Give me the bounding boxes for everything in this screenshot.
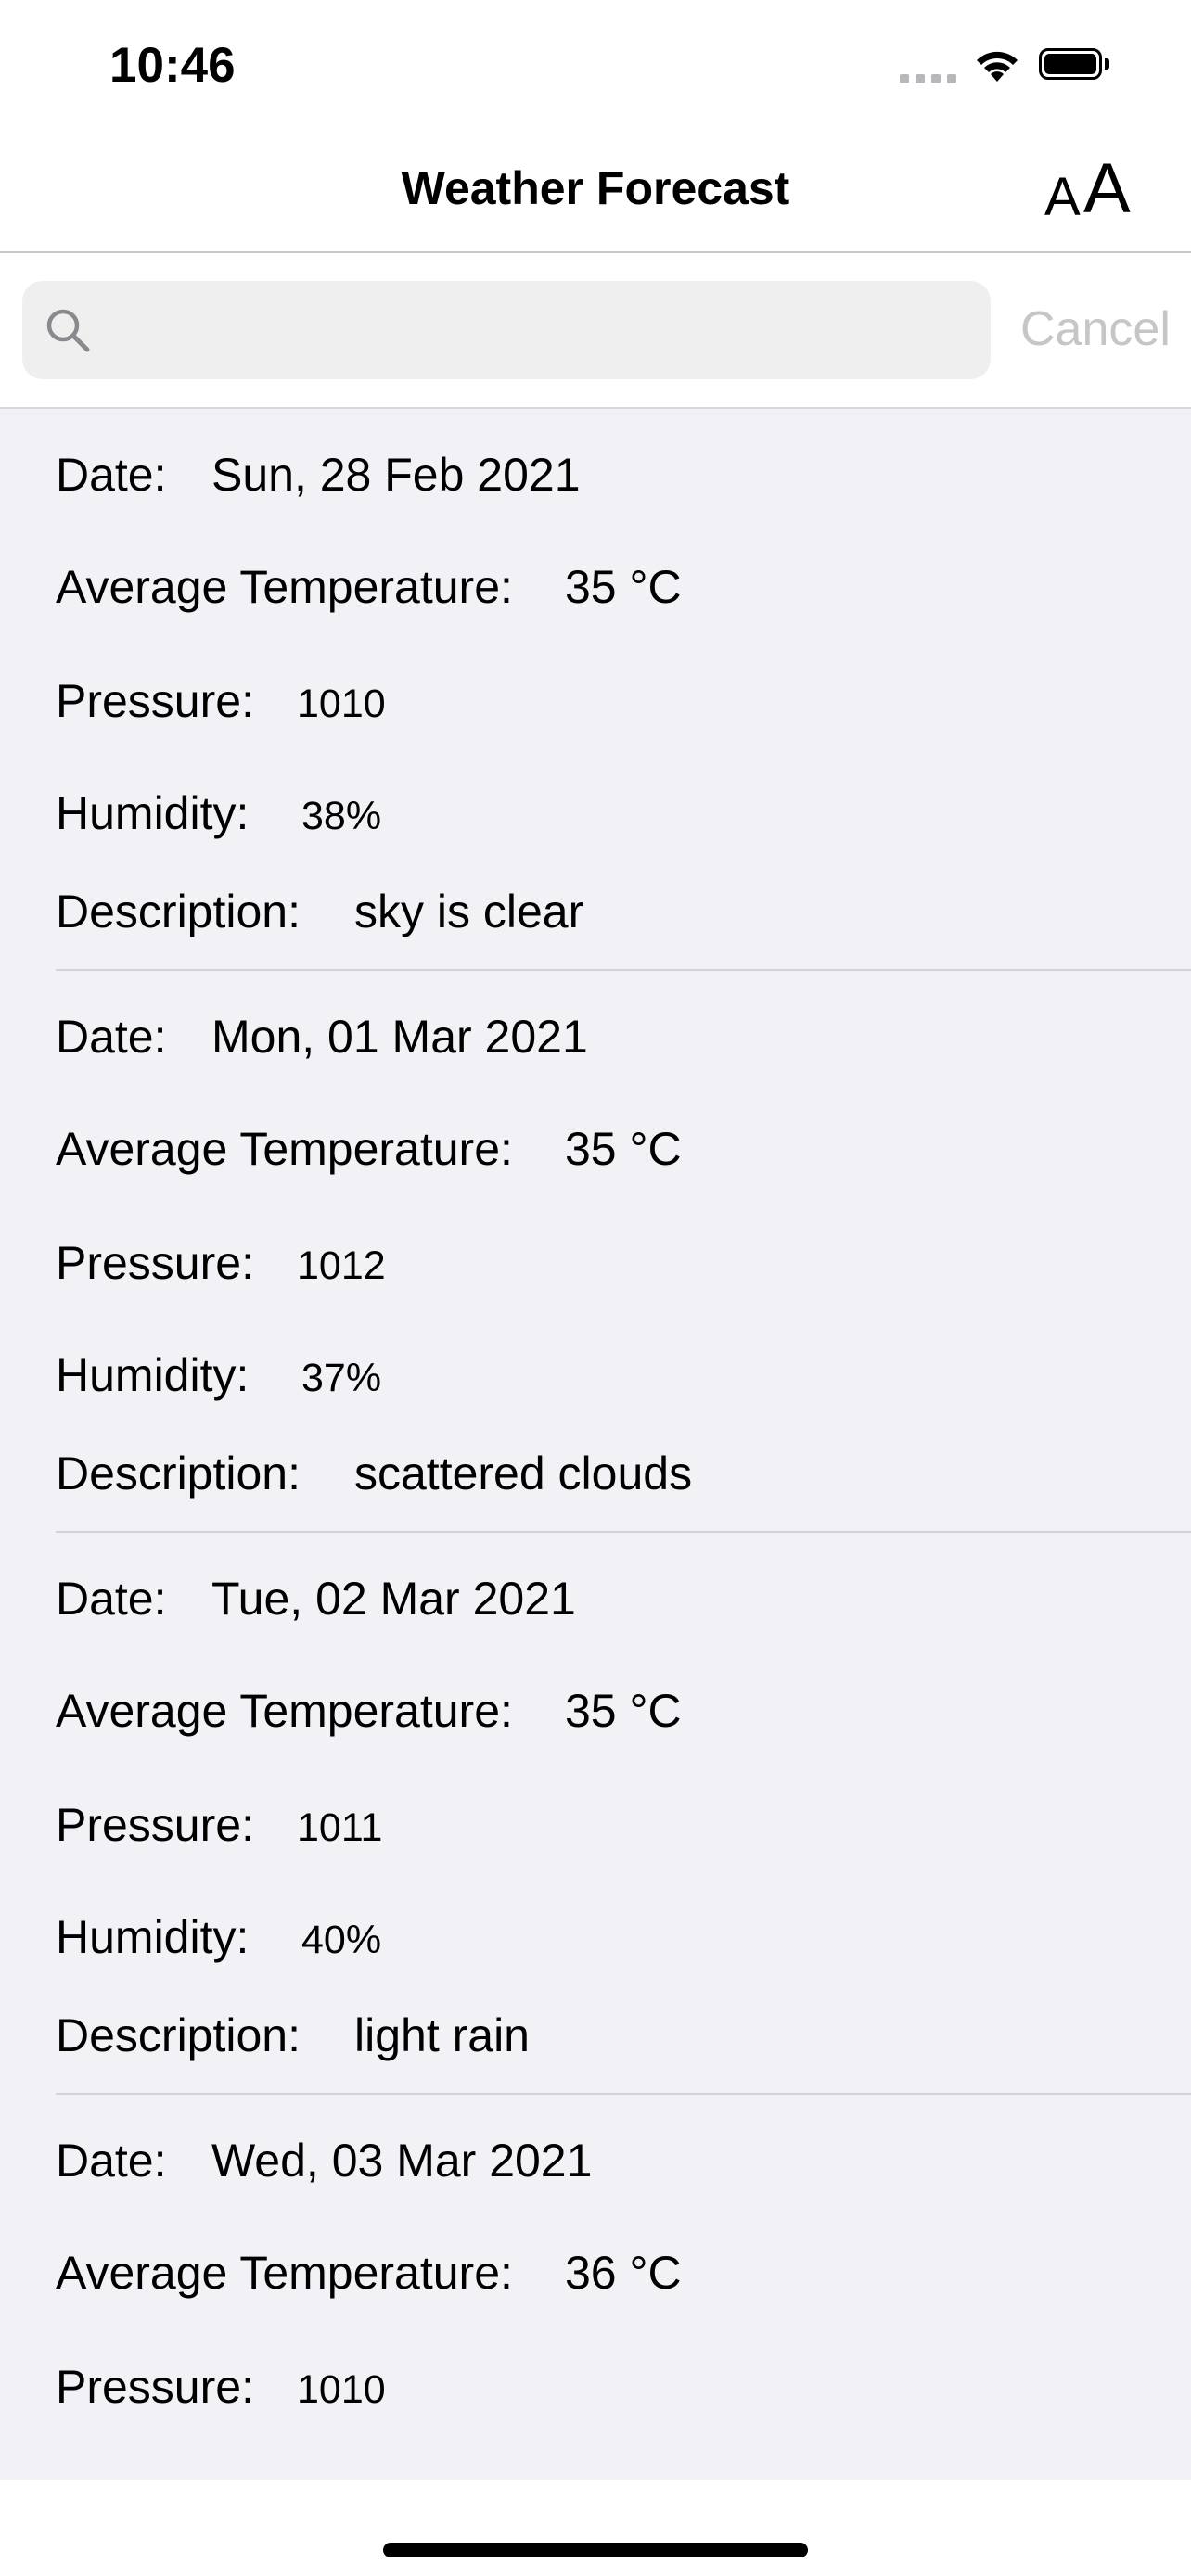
cellular-signal-icon xyxy=(900,74,957,83)
humidity-value: 40% xyxy=(301,1918,382,1962)
date-row: Date: Tue, 02 Mar 2021 xyxy=(56,1572,576,1626)
humidity-label: Humidity: xyxy=(56,1911,250,1963)
forecast-row[interactable]: Date: Wed, 03 Mar 2021 Average Temperatur… xyxy=(0,2095,1191,2480)
pressure-row: Pressure: 1010 xyxy=(56,2360,386,2414)
pressure-label: Pressure: xyxy=(56,675,254,727)
description-value: scattered clouds xyxy=(354,1447,693,1499)
pressure-value: 1012 xyxy=(297,1243,386,1288)
humidity-row: Humidity: 38% xyxy=(56,786,381,840)
home-indicator[interactable] xyxy=(383,2543,808,2557)
temperature-row: Average Temperature: 35 °C xyxy=(56,1684,682,1738)
search-icon xyxy=(46,309,90,352)
temperature-label: Average Temperature: xyxy=(56,2247,513,2299)
pressure-row: Pressure: 1012 xyxy=(56,1236,386,1290)
date-value: Wed, 03 Mar 2021 xyxy=(211,2135,593,2187)
status-bar: 10:46 xyxy=(0,0,1191,130)
humidity-label: Humidity: xyxy=(56,1349,250,1401)
font-size-large-a: A xyxy=(1083,149,1131,228)
description-label: Description: xyxy=(56,2009,301,2061)
temperature-label: Average Temperature: xyxy=(56,1685,513,1737)
temperature-value: 36 °C xyxy=(565,2247,682,2299)
battery-icon xyxy=(1039,48,1111,82)
search-input[interactable] xyxy=(106,281,981,381)
humidity-label: Humidity: xyxy=(56,787,250,839)
date-label: Date: xyxy=(56,2135,167,2187)
wifi-icon xyxy=(977,51,1018,82)
temperature-value: 35 °C xyxy=(565,1685,682,1737)
description-row: Description: sky is clear xyxy=(56,885,583,938)
pressure-value: 1010 xyxy=(297,682,386,726)
description-value: sky is clear xyxy=(354,886,584,937)
app-screen: 10:46 Weather Forecast A A Cancel Date: … xyxy=(0,0,1191,2576)
temperature-label: Average Temperature: xyxy=(56,561,513,613)
pressure-label: Pressure: xyxy=(56,1237,254,1289)
forecast-row[interactable]: Date: Mon, 01 Mar 2021 Average Temperatur… xyxy=(0,971,1191,1533)
description-label: Description: xyxy=(56,886,301,937)
font-size-small-a: A xyxy=(1044,167,1081,227)
description-label: Description: xyxy=(56,1447,301,1499)
navigation-bar: Weather Forecast A A xyxy=(0,130,1191,253)
pressure-value: 1011 xyxy=(297,1805,383,1850)
date-value: Mon, 01 Mar 2021 xyxy=(211,1011,588,1063)
date-row: Date: Wed, 03 Mar 2021 xyxy=(56,2134,592,2187)
humidity-row: Humidity: 37% xyxy=(56,1348,381,1402)
date-value: Tue, 02 Mar 2021 xyxy=(211,1573,576,1625)
date-row: Date: Sun, 28 Feb 2021 xyxy=(56,448,581,502)
date-label: Date: xyxy=(56,1573,167,1625)
date-value: Sun, 28 Feb 2021 xyxy=(211,449,581,501)
description-row: Description: light rain xyxy=(56,2009,530,2062)
description-value: light rain xyxy=(354,2009,530,2061)
date-label: Date: xyxy=(56,1011,167,1063)
search-bar: Cancel xyxy=(0,253,1191,409)
date-row: Date: Mon, 01 Mar 2021 xyxy=(56,1010,588,1064)
date-label: Date: xyxy=(56,449,167,501)
font-size-button[interactable]: A A xyxy=(1041,152,1143,226)
temperature-value: 35 °C xyxy=(565,561,682,613)
humidity-value: 37% xyxy=(301,1356,382,1400)
home-indicator-area xyxy=(0,2480,1191,2576)
page-title: Weather Forecast xyxy=(401,162,790,214)
humidity-row: Humidity: 40% xyxy=(56,1910,381,1964)
pressure-row: Pressure: 1010 xyxy=(56,674,386,728)
temperature-row: Average Temperature: 36 °C xyxy=(56,2246,682,2300)
pressure-row: Pressure: 1011 xyxy=(56,1798,382,1852)
temperature-row: Average Temperature: 35 °C xyxy=(56,1122,682,1176)
search-field[interactable] xyxy=(22,281,991,381)
temperature-value: 35 °C xyxy=(565,1123,682,1175)
description-row: Description: scattered clouds xyxy=(56,1447,692,1500)
forecast-row[interactable]: Date: Tue, 02 Mar 2021 Average Temperatur… xyxy=(0,1533,1191,2095)
pressure-value: 1010 xyxy=(297,2367,386,2412)
pressure-label: Pressure: xyxy=(56,2361,254,2413)
temperature-row: Average Temperature: 35 °C xyxy=(56,560,682,614)
pressure-label: Pressure: xyxy=(56,1799,254,1851)
forecast-list[interactable]: Date: Sun, 28 Feb 2021 Average Temperatur… xyxy=(0,409,1191,2480)
cancel-button[interactable]: Cancel xyxy=(1020,301,1171,357)
status-time: 10:46 xyxy=(109,38,236,93)
forecast-row[interactable]: Date: Sun, 28 Feb 2021 Average Temperatur… xyxy=(0,409,1191,971)
temperature-label: Average Temperature: xyxy=(56,1123,513,1175)
humidity-value: 38% xyxy=(301,794,382,838)
